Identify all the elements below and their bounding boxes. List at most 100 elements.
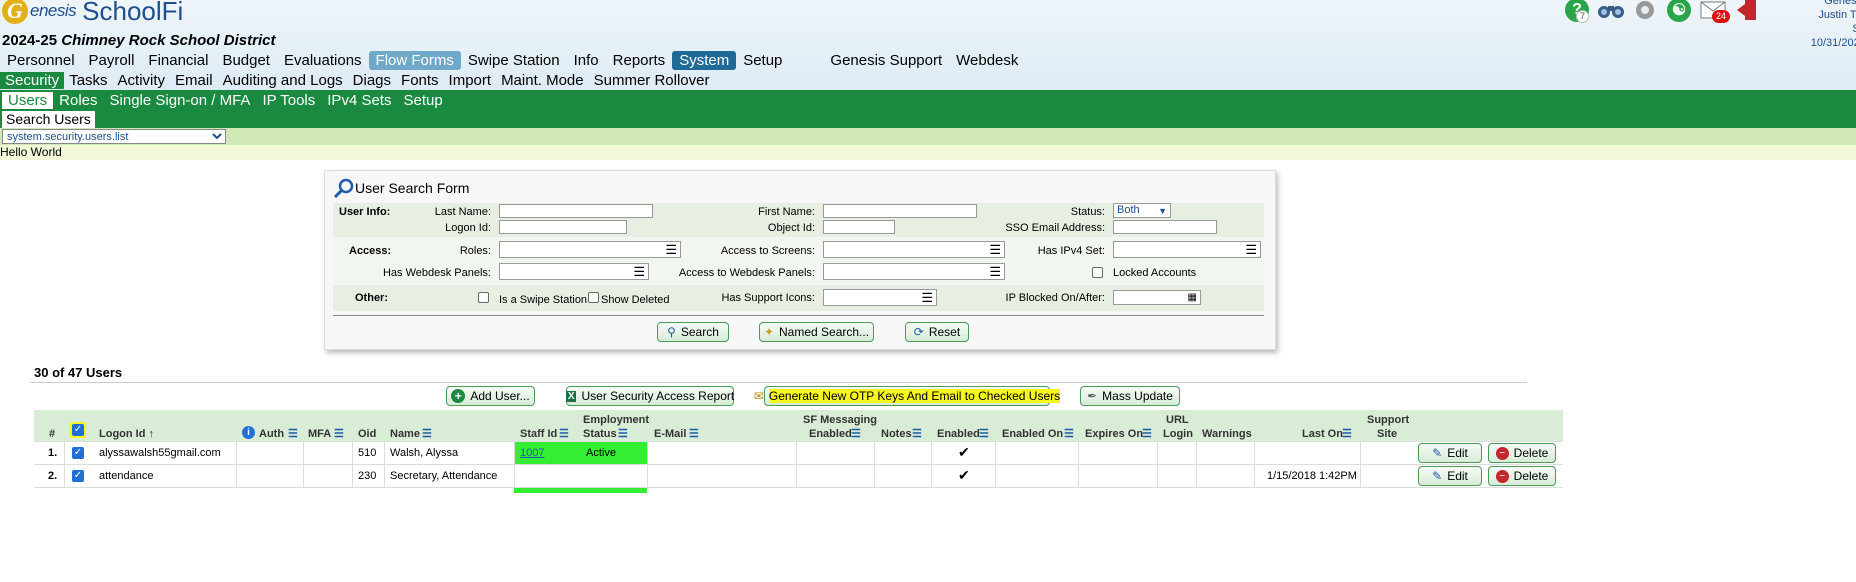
edit-button[interactable]: ✎ Edit	[1418, 443, 1482, 463]
last-on-filter-icon[interactable]: ☰	[1342, 427, 1352, 440]
tab-fonts[interactable]: Fonts	[396, 72, 444, 89]
menu-info[interactable]: Info	[567, 51, 606, 70]
tab-auditing[interactable]: Auditing and Logs	[218, 72, 348, 89]
col-staff[interactable]: Staff Id	[520, 428, 557, 440]
sso-email-input[interactable]	[1113, 220, 1217, 234]
support-icon[interactable]: ☯	[1664, 0, 1694, 24]
named-search-button[interactable]: ✦ Named Search...	[759, 322, 874, 342]
col-expires[interactable]: Expires On	[1085, 428, 1143, 440]
row-checkbox[interactable]: ✓	[72, 470, 84, 482]
refresh-icon: ⟳	[913, 325, 924, 339]
menu-swipe-station[interactable]: Swipe Station	[461, 51, 567, 70]
menu-webdesk[interactable]: Webdesk	[949, 51, 1025, 70]
logon-id-input[interactable]	[499, 220, 627, 234]
status-filter-icon[interactable]: ☰	[618, 427, 628, 440]
has-ipv4-select[interactable]: ☰	[1113, 241, 1261, 258]
ip-blocked-date[interactable]: ▦	[1113, 290, 1201, 305]
tab-sso-mfa[interactable]: Single Sign-on / MFA	[104, 92, 257, 109]
last-name-input[interactable]	[499, 204, 653, 218]
object-id-input[interactable]	[823, 220, 895, 234]
genesis-logo[interactable]: G enesis SchoolFi	[2, 0, 183, 26]
menu-genesis-support[interactable]: Genesis Support	[823, 51, 949, 70]
row-checkbox[interactable]: ✓	[72, 447, 84, 459]
col-logon[interactable]: Logon Id ↑	[99, 428, 154, 440]
tab-ipv4-sets[interactable]: IPv4 Sets	[321, 92, 397, 109]
menu-flow-forms[interactable]: Flow Forms	[368, 50, 461, 70]
access-webdesk-select[interactable]: ☰	[823, 263, 1005, 280]
gear-icon[interactable]	[1630, 0, 1660, 24]
menu-budget[interactable]: Budget	[215, 51, 277, 70]
locked-accounts-checkbox[interactable]	[1092, 267, 1103, 278]
col-email[interactable]: E-Mail	[654, 428, 686, 440]
col-notes[interactable]: Notes	[881, 428, 912, 440]
menu-setup[interactable]: Setup	[736, 51, 789, 70]
menu-payroll[interactable]: Payroll	[82, 51, 142, 70]
col-sf-line2[interactable]: Enabled	[809, 428, 852, 440]
mail-icon[interactable]: 24	[1698, 0, 1731, 24]
col-auth[interactable]: Auth	[259, 428, 284, 440]
security-report-button[interactable]: X User Security Access Report	[565, 386, 734, 406]
tab-import[interactable]: Import	[444, 72, 497, 89]
col-name[interactable]: Name	[390, 428, 420, 440]
menu-system[interactable]: System	[672, 50, 737, 70]
staff-filter-icon[interactable]: ☰	[559, 427, 569, 440]
sf-filter-icon[interactable]: ☰	[851, 427, 861, 440]
first-name-input[interactable]	[823, 204, 977, 218]
tab-security[interactable]: Security	[0, 72, 65, 89]
delete-button[interactable]: − Delete	[1488, 443, 1556, 463]
edit-button[interactable]: ✎ Edit	[1418, 466, 1482, 486]
auth-filter-icon[interactable]: ☰	[288, 427, 298, 440]
logout-icon[interactable]	[1732, 0, 1762, 24]
has-webdesk-select[interactable]: ☰	[499, 263, 649, 280]
select-all-checkbox[interactable]: ✓	[72, 424, 84, 436]
row-staff-link[interactable]: 1007	[520, 447, 544, 459]
tab-ip-tools[interactable]: IP Tools	[256, 92, 321, 109]
tab-diags[interactable]: Diags	[348, 72, 396, 89]
enabled-filter-icon[interactable]: ☰	[979, 427, 989, 440]
col-oid[interactable]: Oid	[358, 428, 376, 440]
tab-users[interactable]: Users	[2, 91, 54, 109]
tab-maint-mode[interactable]: Maint. Mode	[496, 72, 589, 89]
mfa-filter-icon[interactable]: ☰	[334, 427, 344, 440]
roles-select[interactable]: ☰	[499, 241, 681, 258]
mass-update-button[interactable]: ✒ Mass Update	[1080, 386, 1180, 406]
swipe-station-checkbox[interactable]	[478, 292, 489, 303]
col-enabled[interactable]: Enabled	[937, 428, 980, 440]
notes-filter-icon[interactable]: ☰	[912, 427, 922, 440]
info-icon[interactable]: i	[242, 426, 255, 439]
support-icons-select[interactable]: ☰	[823, 289, 937, 306]
tab-summer-rollover[interactable]: Summer Rollover	[589, 72, 715, 89]
col-last-on[interactable]: Last On	[1302, 428, 1343, 440]
col-mfa[interactable]: MFA	[308, 428, 331, 440]
add-user-button[interactable]: + Add User...	[446, 386, 535, 406]
show-deleted-checkbox[interactable]	[588, 292, 599, 303]
binoculars-icon[interactable]	[1596, 0, 1626, 24]
status-select[interactable]: Both ▼	[1113, 203, 1171, 218]
name-filter-icon[interactable]: ☰	[422, 427, 432, 440]
menu-reports[interactable]: Reports	[606, 51, 673, 70]
tab-activity[interactable]: Activity	[113, 72, 171, 89]
menu-financial[interactable]: Financial	[141, 51, 215, 70]
email-filter-icon[interactable]: ☰	[689, 427, 699, 440]
col-url-line2[interactable]: Login	[1163, 428, 1193, 440]
help-icon[interactable]: ? 7	[1562, 0, 1592, 24]
tab-users-setup[interactable]: Setup	[397, 92, 448, 109]
tab-roles[interactable]: Roles	[53, 92, 103, 109]
generate-otp-button[interactable]: ✉ Generate New OTP Keys And Email to Che…	[754, 386, 1061, 406]
tab-tasks[interactable]: Tasks	[64, 72, 112, 89]
expires-filter-icon[interactable]: ☰	[1142, 427, 1152, 440]
delete-button[interactable]: − Delete	[1488, 466, 1556, 486]
menu-personnel[interactable]: Personnel	[0, 51, 82, 70]
col-emp-line2[interactable]: Status	[583, 428, 617, 440]
tab-search-users[interactable]: Search Users	[2, 111, 95, 128]
access-screens-select[interactable]: ☰	[823, 241, 1005, 258]
delete-icon: −	[1495, 469, 1509, 483]
menu-evaluations[interactable]: Evaluations	[277, 51, 369, 70]
col-enabled-on[interactable]: Enabled On	[1002, 428, 1063, 440]
search-button[interactable]: ⚲ Search	[657, 322, 729, 342]
tab-email[interactable]: Email	[170, 72, 218, 89]
enabled-on-filter-icon[interactable]: ☰	[1064, 427, 1074, 440]
reset-button[interactable]: ⟳ Reset	[905, 322, 969, 342]
col-warnings[interactable]: Warnings	[1202, 428, 1252, 440]
path-select[interactable]: system.security.users.list	[2, 129, 226, 144]
